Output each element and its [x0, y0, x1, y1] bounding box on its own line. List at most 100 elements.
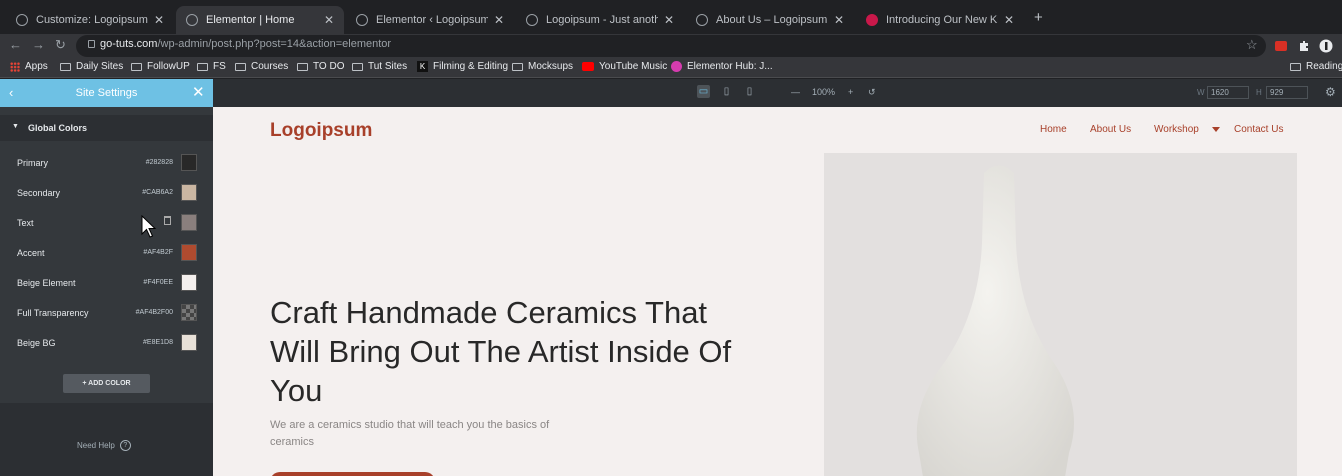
- desktop-icon[interactable]: ▭: [697, 85, 710, 98]
- need-help-label: Need Help: [77, 441, 115, 450]
- bookmark-label: Daily Sites: [76, 61, 124, 72]
- bookmark-folder[interactable]: Daily Sites: [60, 61, 123, 72]
- add-color-button[interactable]: + ADD COLOR: [63, 374, 150, 393]
- tab[interactable]: Logoipsum - Just another Wor ✕: [516, 6, 684, 34]
- reading-list[interactable]: Reading: [1290, 61, 1342, 72]
- zoom-level: 100%: [812, 87, 836, 97]
- bookmark-label: YouTube Music: [599, 61, 668, 72]
- color-row[interactable]: Beige Element #F4F0EE: [0, 268, 213, 298]
- url-text[interactable]: go-tuts.com/wp-admin/post.php?post=14&ac…: [100, 38, 391, 50]
- tab[interactable]: Introducing Our New Kits Libra ✕: [856, 6, 1024, 34]
- nav-contact-us[interactable]: Contact Us: [1234, 124, 1283, 135]
- close-tab-icon[interactable]: ✕: [324, 13, 334, 27]
- bookmark-folder[interactable]: Mocksups: [512, 61, 573, 72]
- bookmark-star-icon[interactable]: ☆: [1246, 37, 1258, 53]
- bookmark-label: FollowUP: [147, 61, 190, 72]
- color-swatch[interactable]: [181, 244, 197, 261]
- reading-list-icon: [1290, 62, 1301, 71]
- extension-icon[interactable]: [1274, 39, 1288, 53]
- close-tab-icon[interactable]: ✕: [834, 13, 844, 27]
- color-swatch[interactable]: [181, 184, 197, 201]
- color-row[interactable]: Accent #AF4B2F: [0, 238, 213, 268]
- puzzle-icon[interactable]: [1297, 39, 1311, 53]
- height-input[interactable]: 929: [1266, 86, 1308, 99]
- color-name: Full Transparency: [17, 308, 89, 318]
- bookmark-link[interactable]: K Filming & Editing: [417, 61, 508, 72]
- bookmark-folder[interactable]: FollowUP: [131, 61, 190, 72]
- wordpress-icon: [186, 14, 198, 26]
- close-tab-icon[interactable]: ✕: [154, 13, 164, 27]
- mobile-icon[interactable]: ▯: [743, 85, 756, 98]
- width-input[interactable]: 1620: [1207, 86, 1249, 99]
- bookmark-folder[interactable]: TO DO: [297, 61, 344, 72]
- zoom-out-icon[interactable]: —: [791, 87, 800, 97]
- chevron-down-icon[interactable]: [1212, 127, 1220, 132]
- bookmark-label: Courses: [251, 61, 289, 72]
- bookmark-folder[interactable]: Tut Sites: [352, 61, 407, 72]
- tab[interactable]: About Us – Logoipsum ✕: [686, 6, 854, 34]
- apps-grid-icon: [10, 61, 20, 72]
- color-swatch[interactable]: [181, 214, 197, 231]
- color-row[interactable]: Primary #282828: [0, 148, 213, 178]
- color-hex: #282828: [145, 159, 173, 166]
- close-tab-icon[interactable]: ✕: [664, 13, 674, 27]
- hero-cta-button[interactable]: [270, 472, 435, 476]
- bookmark-folder[interactable]: FS: [197, 61, 226, 72]
- panel-header: ‹ Site Settings ✕: [0, 79, 213, 107]
- color-swatch[interactable]: [181, 334, 197, 351]
- hero-subtext: We are a ceramics studio that will teach…: [270, 419, 550, 448]
- bookmark-label: Apps: [25, 61, 48, 72]
- hero-headline: Craft Handmade Ceramics That Will Bring …: [270, 295, 732, 408]
- color-row[interactable]: Full Transparency #AF4B2F00: [0, 298, 213, 328]
- folder-icon: [352, 62, 363, 71]
- need-help-link[interactable]: Need Help ?: [77, 440, 131, 451]
- color-swatch[interactable]: [181, 274, 197, 291]
- bookmark-label: Reading: [1306, 61, 1342, 72]
- site-logo[interactable]: Logoipsum: [270, 120, 372, 142]
- tab-title: About Us – Logoipsum: [716, 14, 828, 26]
- color-name: Accent: [17, 248, 45, 258]
- color-hex: #AF4B2F: [143, 249, 173, 256]
- global-colors-header[interactable]: ▼ Global Colors: [0, 115, 213, 141]
- close-tab-icon[interactable]: ✕: [494, 13, 504, 27]
- browser-window: { "tabs": [ {"title": "Customize: Logoip…: [0, 0, 1342, 476]
- bookmark-label: Tut Sites: [368, 61, 408, 72]
- bookmark-apps[interactable]: Apps: [10, 61, 48, 72]
- forward-arrow-icon[interactable]: →: [32, 37, 45, 52]
- color-swatch[interactable]: [181, 154, 197, 171]
- height-label: H: [1256, 88, 1262, 97]
- tablet-icon[interactable]: ▯: [720, 85, 733, 98]
- bookmark-link[interactable]: YouTube Music: [582, 61, 667, 72]
- caret-down-icon: ▼: [12, 123, 19, 130]
- section-title: Global Colors: [28, 123, 88, 133]
- color-swatch-transparent[interactable]: [181, 304, 197, 321]
- back-arrow-icon[interactable]: ←: [9, 37, 22, 52]
- folder-icon: [197, 62, 208, 71]
- trash-icon[interactable]: [164, 216, 171, 225]
- reload-icon[interactable]: ↻: [55, 37, 66, 53]
- close-icon[interactable]: ✕: [192, 83, 205, 101]
- nav-home[interactable]: Home: [1040, 124, 1067, 135]
- wordpress-icon: [16, 14, 28, 26]
- nav-workshop[interactable]: Workshop: [1154, 124, 1199, 135]
- color-row[interactable]: Beige BG #E8E1D8: [0, 328, 213, 358]
- panel-title: Site Settings: [75, 87, 138, 99]
- bookmark-link[interactable]: Elementor Hub: J...: [671, 61, 773, 72]
- gear-icon[interactable]: ⚙: [1325, 85, 1336, 99]
- folder-icon: [131, 62, 142, 71]
- bookmark-label: Elementor Hub: J...: [687, 61, 773, 72]
- reset-icon[interactable]: ↺: [868, 87, 876, 98]
- profile-avatar[interactable]: [1319, 39, 1333, 53]
- bookmark-folder[interactable]: Courses: [235, 61, 288, 72]
- new-tab-button[interactable]: +: [1034, 9, 1043, 26]
- tab-active[interactable]: Elementor | Home ✕: [176, 6, 344, 34]
- wordpress-icon: [696, 14, 708, 26]
- nav-about-us[interactable]: About Us: [1090, 124, 1131, 135]
- close-tab-icon[interactable]: ✕: [1004, 13, 1014, 27]
- color-row[interactable]: Text: [0, 208, 213, 238]
- tab-title: Customize: Logoipsum – Just a: [36, 14, 148, 26]
- color-row[interactable]: Secondary #CAB6A2: [0, 178, 213, 208]
- tab[interactable]: Elementor ‹ Logoipsum — Wor ✕: [346, 6, 514, 34]
- tab[interactable]: Customize: Logoipsum – Just a ✕: [6, 6, 174, 34]
- zoom-in-icon[interactable]: +: [848, 87, 853, 97]
